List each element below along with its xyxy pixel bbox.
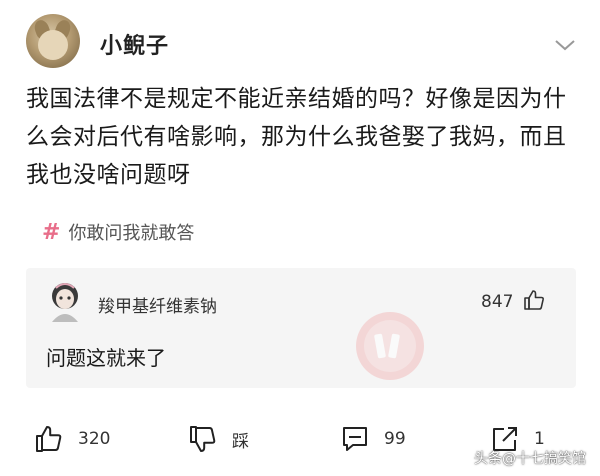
avatar-face bbox=[38, 30, 68, 60]
post-header: 小鲵子 bbox=[26, 14, 582, 70]
dislike-label: 踩 bbox=[232, 431, 249, 452]
like-button[interactable]: 320 bbox=[34, 424, 110, 454]
comment-text: 问题这就来了 bbox=[46, 346, 166, 370]
topic-label: 你敢问我就敢答 bbox=[68, 223, 195, 244]
source-watermark: 头条@十七搞笑馆 bbox=[474, 451, 586, 467]
share-count: 1 bbox=[534, 429, 545, 449]
avatar[interactable] bbox=[26, 14, 80, 68]
comment-icon bbox=[343, 427, 367, 451]
thumbs-up-icon[interactable] bbox=[522, 288, 546, 312]
comment-username[interactable]: 羧甲基纤维素钠 bbox=[98, 292, 217, 317]
username[interactable]: 小鲵子 bbox=[100, 28, 169, 60]
thumbs-up-icon bbox=[36, 426, 62, 452]
dislike-button[interactable]: 踩 bbox=[188, 424, 249, 454]
top-comment[interactable]: 羧甲基纤维素钠 847 问题这就来了 bbox=[26, 268, 576, 388]
stamp-watermark-icon bbox=[356, 312, 424, 380]
comment-count: 99 bbox=[384, 429, 406, 449]
chevron-down-icon[interactable] bbox=[554, 38, 576, 52]
like-count: 320 bbox=[78, 429, 111, 449]
topic-tag[interactable]: # 你敢问我就敢答 bbox=[42, 218, 194, 246]
thumbs-down-icon bbox=[190, 426, 216, 452]
comment-avatar[interactable] bbox=[48, 282, 82, 322]
post-text: 我国法律不是规定不能近亲结婚的吗？好像是因为什么会对后代有啥影响，那为什么我爸娶… bbox=[26, 86, 567, 188]
hashtag-icon: # bbox=[42, 219, 61, 245]
comment-button[interactable]: 99 bbox=[340, 424, 406, 454]
comment-like-count: 847 bbox=[481, 292, 514, 312]
